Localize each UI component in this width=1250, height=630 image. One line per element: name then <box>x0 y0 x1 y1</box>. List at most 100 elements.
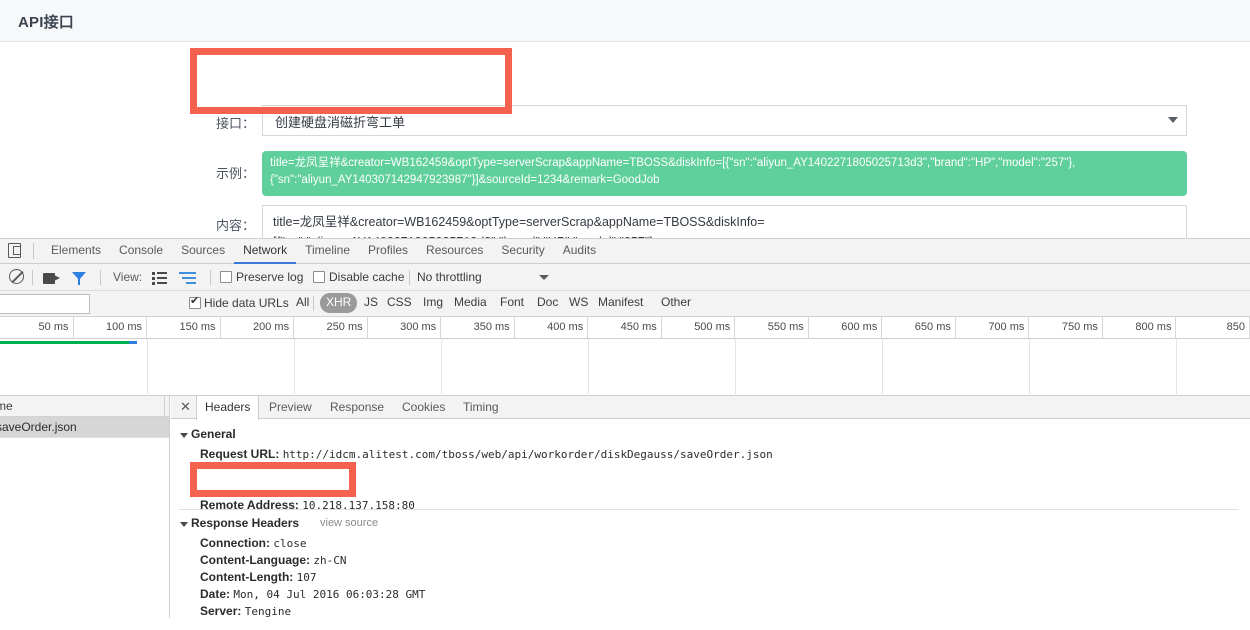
filter-type-img[interactable]: Img <box>417 293 449 313</box>
devtools-tab-security[interactable]: Security <box>492 239 553 264</box>
ruler-tick: 100 ms <box>74 317 148 339</box>
header-value: zh-CN <box>313 554 347 567</box>
filter-input[interactable] <box>0 294 90 314</box>
request-name: saveOrder.json <box>0 420 77 434</box>
header-row: Server: Tengine <box>200 604 291 618</box>
devtools-tab-profiles[interactable]: Profiles <box>359 239 417 264</box>
detail-tab-headers[interactable]: Headers <box>196 396 260 420</box>
ruler-tick-label: 850 <box>1226 321 1245 333</box>
page-title: API接口 <box>18 14 75 31</box>
content-label: 内容： <box>215 218 255 233</box>
header-key: Date: <box>200 587 231 601</box>
timeline-overview[interactable] <box>0 339 1250 396</box>
request-detail: ✕ Headers Preview Response Cookies Timing Ge… <box>171 396 1250 618</box>
ruler-tick-label: 150 ms <box>179 321 216 333</box>
devtools-tabs: Elements Console Sources Network Timeline Pro… <box>42 239 605 264</box>
screenshot-root: API接口 接口： 创建硬盘消磁折弯工单 示例： title=龙凤呈祥&crea… <box>0 0 1250 630</box>
header-value: Mon, 04 Jul 2016 06:03:28 GMT <box>233 588 426 601</box>
filter-type-other[interactable]: Other <box>655 293 697 313</box>
filter-type-css[interactable]: CSS <box>381 293 418 313</box>
ruler-tick: 550 ms <box>735 317 809 339</box>
filter-type-media[interactable]: Media <box>448 293 493 313</box>
close-icon[interactable]: ✕ <box>180 400 191 414</box>
ruler-tick-label: 100 ms <box>105 321 143 333</box>
disable-cache-checkbox[interactable] <box>313 271 325 283</box>
filter-type-font[interactable]: Font <box>494 293 530 313</box>
example-value-box: title=龙凤呈祥&creator=WB162459&optType=serv… <box>262 151 1187 196</box>
devtools-panel: Elements Console Sources Network Timeline Pro… <box>0 238 1250 630</box>
detail-tab-timing[interactable]: Timing <box>455 396 507 419</box>
devtools-tabbar: Elements Console Sources Network Timeline Pro… <box>0 239 1250 264</box>
header-row: Request URL: http://idcm.alitest.com/tbo… <box>200 447 773 461</box>
waterfall-view-icon[interactable] <box>179 272 196 284</box>
divider <box>100 270 101 285</box>
divider <box>313 296 314 311</box>
ruler-tick-label: 500 ms <box>694 321 731 333</box>
detail-tabbar: ✕ Headers Preview Response Cookies Timing <box>171 396 1250 420</box>
ruler-tick: 750 ms <box>1029 317 1103 339</box>
timeline-gridline <box>441 339 443 396</box>
header-row: Content-Language: zh-CN <box>200 553 346 567</box>
response-headers-section-title: Response Headers <box>191 516 300 530</box>
filter-icon[interactable] <box>72 272 86 285</box>
list-view-icon[interactable] <box>152 272 167 285</box>
devtools-tab-timeline[interactable]: Timeline <box>296 239 359 264</box>
preserve-log-label: Preserve log <box>236 270 304 284</box>
ruler-tick-label: 600 ms <box>841 321 878 333</box>
devtools-tab-resources[interactable]: Resources <box>417 239 492 264</box>
header-row: Connection: close <box>200 536 306 550</box>
detail-tab-preview[interactable]: Preview <box>261 396 320 419</box>
clear-icon[interactable] <box>9 269 25 285</box>
view-source-link[interactable]: view source <box>320 517 378 529</box>
filter-type-manifest[interactable]: Manifest <box>592 293 649 313</box>
table-row[interactable]: saveOrder.json <box>0 417 169 438</box>
ruler-tick: 650 ms <box>882 317 956 339</box>
ruler-tick: 400 ms <box>515 317 589 339</box>
network-toolbar: View: Preserve log Disable cache No thro… <box>0 264 1250 291</box>
devtools-tab-sources[interactable]: Sources <box>172 239 234 264</box>
header-value: Tengine <box>244 605 292 618</box>
timeline-gridline <box>882 339 884 396</box>
ruler-tick: 500 ms <box>662 317 736 339</box>
general-section-title: General <box>191 427 236 441</box>
response-headers-disclosure-icon[interactable] <box>180 522 188 527</box>
divider <box>210 270 211 285</box>
view-label: View: <box>113 270 143 284</box>
filter-type-doc[interactable]: Doc <box>531 293 564 313</box>
devtools-tab-elements[interactable]: Elements <box>42 239 110 264</box>
header-row: Date: Mon, 04 Jul 2016 06:03:28 GMT <box>200 587 425 601</box>
ruler-tick: 450 ms <box>588 317 662 339</box>
example-value: title=龙凤呈祥&creator=WB162459&optType=serv… <box>270 157 1076 186</box>
timeline-ruler: 50 ms 100 ms 150 ms 200 ms 250 ms 300 ms 350 m… <box>0 317 1250 339</box>
devtools-tab-console[interactable]: Console <box>110 239 172 264</box>
divider <box>409 270 410 285</box>
ruler-tick-label: 200 ms <box>253 321 290 333</box>
inspect-element-icon[interactable] <box>8 243 25 259</box>
general-disclosure-icon[interactable] <box>180 433 188 438</box>
header-value: http://idcm.alitest.com/tboss/web/api/wo… <box>282 448 773 461</box>
preserve-log-checkbox[interactable] <box>220 271 232 283</box>
interface-label: 接口： <box>215 116 255 131</box>
request-list: me saveOrder.json <box>0 396 170 618</box>
hide-data-urls-label: Hide data URLs <box>204 296 289 310</box>
filter-type-xhr[interactable]: XHR <box>320 293 358 313</box>
detail-tab-cookies[interactable]: Cookies <box>394 396 453 419</box>
api-form: 接口： 创建硬盘消磁折弯工单 示例： title=龙凤呈祥&creator=WB… <box>0 43 1250 281</box>
timeline-bar-green <box>0 341 129 344</box>
throttling-label[interactable]: No throttling <box>417 270 482 284</box>
ruler-tick-label: 250 ms <box>326 321 363 333</box>
chevron-down-icon[interactable] <box>539 275 549 280</box>
devtools-tab-audits[interactable]: Audits <box>554 239 605 264</box>
page-header: API接口 <box>0 0 1250 42</box>
hide-data-urls-checkbox[interactable] <box>189 294 201 309</box>
ruler-tick: 300 ms <box>368 317 442 339</box>
timeline-gridline <box>1176 339 1178 396</box>
ruler-tick: 700 ms <box>956 317 1030 339</box>
timeline-gridline <box>735 339 737 396</box>
filter-type-ws[interactable]: WS <box>563 293 594 313</box>
detail-tab-response[interactable]: Response <box>322 396 392 419</box>
filter-type-all[interactable]: All <box>290 293 315 313</box>
devtools-tab-network[interactable]: Network <box>234 239 297 264</box>
timeline-gridline <box>588 339 590 396</box>
record-icon[interactable] <box>43 273 60 284</box>
